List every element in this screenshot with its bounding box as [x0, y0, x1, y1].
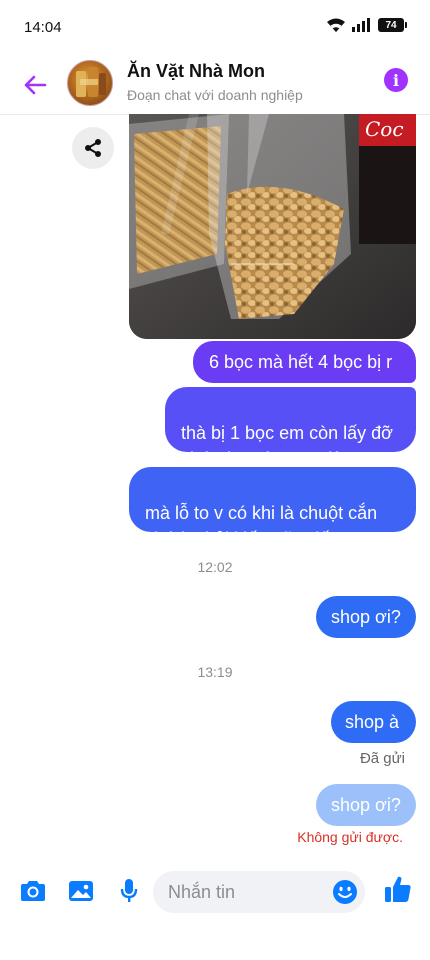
share-icon: [85, 139, 101, 157]
message-bubble[interactable]: shop à: [331, 701, 416, 743]
like-button[interactable]: [383, 874, 413, 904]
message-bubble[interactable]: mà lỗ to v có khi là chuột cắn chứ k phả…: [129, 467, 416, 549]
arrow-left-icon: [24, 75, 47, 95]
message-text: 6 bọc mà hết 4 bọc bị r: [209, 352, 393, 372]
gallery-button[interactable]: [66, 876, 96, 906]
message-composer: Nhắn tin: [0, 862, 430, 922]
message-text: shop à: [345, 712, 400, 732]
sent-status: Đã gửi: [359, 750, 405, 767]
status-bar: 14:04 74: [0, 0, 430, 56]
snack-bags-photo: Coc: [129, 114, 416, 339]
microphone-button[interactable]: [114, 876, 144, 906]
message-text: mà lỗ to v có khi là chuột cắn chứ k phả…: [145, 503, 378, 549]
back-button[interactable]: [18, 68, 52, 102]
avatar[interactable]: [67, 60, 113, 106]
chat-subtitle: Đoạn chat với doanh nghiệp: [127, 87, 303, 103]
svg-text:Coc: Coc: [365, 117, 404, 141]
message-text: shop ơi?: [331, 607, 401, 627]
timestamp: 12:02: [197, 559, 233, 575]
battery-level: 74: [385, 19, 397, 31]
chat-title: Ăn Vặt Nhà Mon: [127, 61, 265, 81]
info-icon[interactable]: i: [384, 68, 408, 92]
failed-message-bubble[interactable]: shop ơi?: [316, 784, 416, 826]
image-icon: [69, 881, 93, 901]
battery-icon: 74: [378, 18, 407, 32]
message-text: shop ơi?: [331, 795, 401, 815]
timestamp: 13:19: [197, 664, 233, 680]
message-input-placeholder: Nhắn tin: [168, 881, 236, 902]
microphone-icon: [120, 879, 138, 902]
smiley-icon: [333, 880, 357, 904]
camera-icon: [21, 881, 45, 901]
message-bubble[interactable]: 6 bọc mà hết 4 bọc bị r: [193, 341, 416, 383]
status-time: 14:04: [24, 19, 62, 36]
wifi-icon: [327, 18, 345, 32]
chat-header: Ăn Vặt Nhà Mon Đoạn chat với doanh nghiệ…: [0, 56, 430, 115]
emoji-button[interactable]: [331, 878, 359, 906]
status-icons: 74: [326, 17, 407, 33]
share-button[interactable]: [72, 127, 114, 169]
avatar-image: [76, 67, 106, 97]
message-text: thà bị 1 bọc em còn lấy đỡ chứ như này s…: [181, 423, 393, 469]
message-bubble[interactable]: shop ơi?: [316, 596, 416, 638]
message-photo[interactable]: Coc: [129, 114, 416, 339]
thumbs-up-icon: [385, 876, 411, 902]
failed-status[interactable]: Không gửi được.: [297, 829, 403, 845]
message-bubble[interactable]: thà bị 1 bọc em còn lấy đỡ chứ như này s…: [165, 387, 416, 469]
signal-icon: [352, 18, 370, 32]
camera-button[interactable]: [18, 876, 48, 906]
